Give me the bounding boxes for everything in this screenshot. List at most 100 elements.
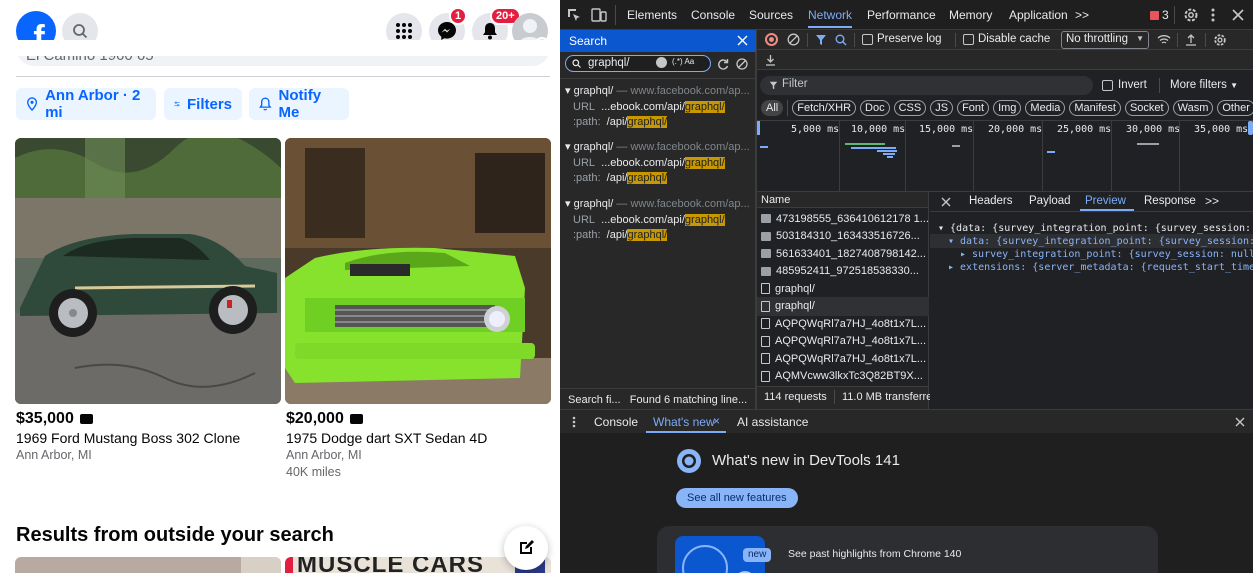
type-filter-wasm[interactable]: Wasm	[1172, 100, 1214, 116]
result-url-label: URL	[573, 213, 596, 226]
clear-search-icon[interactable]	[736, 58, 748, 70]
listing-photo-partial-1[interactable]	[15, 557, 281, 573]
tab-console[interactable]: Console	[691, 8, 735, 22]
drawer-menu-icon[interactable]	[572, 416, 576, 428]
timeline-bar	[952, 145, 960, 147]
filter-funnel-icon[interactable]	[815, 34, 827, 46]
request-list-header[interactable]: Name	[757, 192, 928, 208]
divider	[955, 33, 956, 47]
type-filter-js[interactable]: JS	[930, 100, 954, 116]
clear-query-icon[interactable]	[656, 57, 667, 68]
tab-elements[interactable]: Elements	[627, 8, 677, 22]
timeline-overview[interactable]: 5,000 ms 10,000 ms 15,000 ms 20,000 ms 2…	[757, 120, 1253, 192]
tab-memory[interactable]: Memory	[949, 8, 992, 22]
request-row[interactable]: AQPQWqRl7a7HJ_4o8t1x7L...	[757, 314, 929, 333]
more-details-tabs[interactable]: >>	[1205, 194, 1219, 208]
clear-log-icon[interactable]	[787, 33, 800, 46]
details-tab-response[interactable]: Response	[1144, 195, 1196, 207]
type-filter-other[interactable]: Other	[1217, 100, 1253, 116]
export-har-icon[interactable]	[765, 54, 776, 66]
listing-title-1[interactable]: 1969 Ford Mustang Boss 302 Clone	[16, 430, 240, 446]
import-har-icon[interactable]	[1185, 33, 1197, 46]
highlights-card[interactable]: new See past highlights from Chrome 140	[657, 526, 1158, 573]
pane-divider[interactable]	[756, 30, 757, 409]
type-filter-font[interactable]: Font	[957, 100, 990, 116]
divider	[1177, 33, 1178, 47]
search-options[interactable]: (.*) Aa	[672, 57, 694, 66]
details-tab-headers[interactable]: Headers	[969, 195, 1012, 207]
details-tab-payload[interactable]: Payload	[1029, 195, 1071, 207]
location-chip[interactable]: Ann Arbor · 2 mi	[16, 87, 156, 121]
more-tabs-button[interactable]: >>	[1075, 8, 1089, 22]
close-devtools-icon[interactable]	[1232, 9, 1244, 21]
search-result-group-3[interactable]: ▾ graphql/ — www.facebook.com/ap... URL …	[565, 197, 755, 244]
type-filter-doc[interactable]: Doc	[860, 100, 890, 116]
request-row[interactable]: 503184310_163433516726...	[757, 227, 929, 246]
filters-chip[interactable]: Filters	[164, 88, 242, 120]
throttling-select[interactable]: No throttling ▼	[1061, 31, 1149, 49]
request-row[interactable]: AQPQWqRl7a7HJ_4o8t1x7L...	[757, 349, 929, 368]
tab-sources[interactable]: Sources	[749, 8, 793, 22]
tab-network[interactable]: Network	[808, 8, 853, 28]
listing-photo-mustang[interactable]	[15, 138, 281, 404]
type-filter-all[interactable]: All	[761, 100, 784, 116]
type-filter-css[interactable]: CSS	[893, 100, 927, 116]
request-row[interactable]: 485952411_972518538330...	[757, 262, 929, 281]
network-conditions-icon[interactable]	[1157, 34, 1171, 46]
close-drawer-icon[interactable]	[1235, 417, 1245, 427]
more-filters-button[interactable]: More filters ▼	[1170, 79, 1238, 91]
preview-line[interactable]: ▸ extensions: {server_metadata: {request…	[948, 261, 1253, 274]
refresh-search-icon[interactable]	[717, 58, 729, 70]
request-row[interactable]: AQMVcww3lkxTc3Q82BT9X...	[757, 367, 929, 386]
preview-line-selected[interactable]: ▾ data: {survey_integration_point: {surv…	[948, 235, 1253, 248]
preserve-log-checkbox[interactable]	[862, 34, 873, 45]
type-filter-manifest[interactable]: Manifest	[1069, 100, 1121, 116]
search-query-input[interactable]: graphql/ (.*) Aa	[565, 55, 711, 72]
listing-title-2[interactable]: 1975 Dodge dart SXT Sedan 4D	[286, 430, 487, 446]
devtools-pane: Elements Console Sources Network Perform…	[560, 0, 1253, 573]
details-tab-preview[interactable]: Preview	[1085, 195, 1126, 207]
filter-input[interactable]: Filter	[760, 76, 1093, 95]
type-filter-img[interactable]: Img	[993, 100, 1022, 116]
record-button[interactable]	[765, 33, 778, 46]
drawer-tab-console[interactable]: Console	[594, 415, 638, 429]
notify-me-chip[interactable]: Notify Me	[249, 87, 349, 121]
close-search-icon[interactable]	[737, 35, 748, 46]
close-details-icon[interactable]	[941, 197, 951, 207]
compose-message-button[interactable]	[504, 526, 548, 570]
filters-chip-label: Filters	[186, 95, 232, 113]
device-toolbar-icon[interactable]	[591, 8, 607, 22]
divider	[560, 388, 756, 389]
search-result-group-2[interactable]: ▾ graphql/ — www.facebook.com/ap... URL …	[565, 140, 755, 187]
filter-placeholder: Filter	[782, 78, 808, 90]
search-result-group-1[interactable]: ▾ graphql/ — www.facebook.com/ap... URL …	[565, 84, 755, 131]
tab-performance[interactable]: Performance	[867, 8, 936, 22]
result-path-label: :path:	[573, 116, 601, 128]
close-tab-icon[interactable]: ×	[713, 414, 720, 428]
request-row[interactable]: graphql/	[757, 279, 929, 298]
request-row[interactable]: graphql/	[757, 296, 929, 316]
kebab-menu-icon[interactable]	[1210, 7, 1216, 23]
preview-line[interactable]: ▸ survey_integration_point: {survey_sess…	[960, 248, 1253, 261]
type-filter-socket[interactable]: Socket	[1124, 100, 1169, 116]
network-settings-icon[interactable]	[1213, 33, 1227, 47]
timeline-left-handle[interactable]	[757, 121, 760, 135]
settings-gear-icon[interactable]	[1183, 7, 1199, 23]
type-filter-media[interactable]: Media	[1025, 100, 1066, 116]
invert-checkbox[interactable]	[1102, 80, 1113, 91]
request-row[interactable]: 473198555_636410612178 1...	[757, 209, 929, 228]
drawer-tab-whats-new[interactable]: What's new	[653, 415, 715, 429]
request-row[interactable]: 561633401_1827408798142...	[757, 244, 929, 263]
search-network-icon[interactable]	[835, 34, 847, 46]
issues-indicator[interactable]: 3	[1150, 8, 1169, 22]
inspect-element-icon[interactable]	[567, 8, 581, 22]
timeline-right-handle[interactable]	[1248, 121, 1253, 135]
type-filter-fetch-xhr[interactable]: Fetch/XHR	[792, 100, 857, 116]
disable-cache-checkbox[interactable]	[963, 34, 974, 45]
chevron-down-icon: ▼	[1136, 34, 1144, 43]
listing-photo-dodge[interactable]	[285, 138, 551, 404]
request-row[interactable]: AQPQWqRl7a7HJ_4o8t1x7L...	[757, 332, 929, 351]
tab-application[interactable]: Application	[1009, 8, 1068, 22]
see-all-features-button[interactable]: See all new features	[676, 488, 798, 508]
drawer-tab-ai-assistance[interactable]: AI assistance	[737, 415, 808, 429]
